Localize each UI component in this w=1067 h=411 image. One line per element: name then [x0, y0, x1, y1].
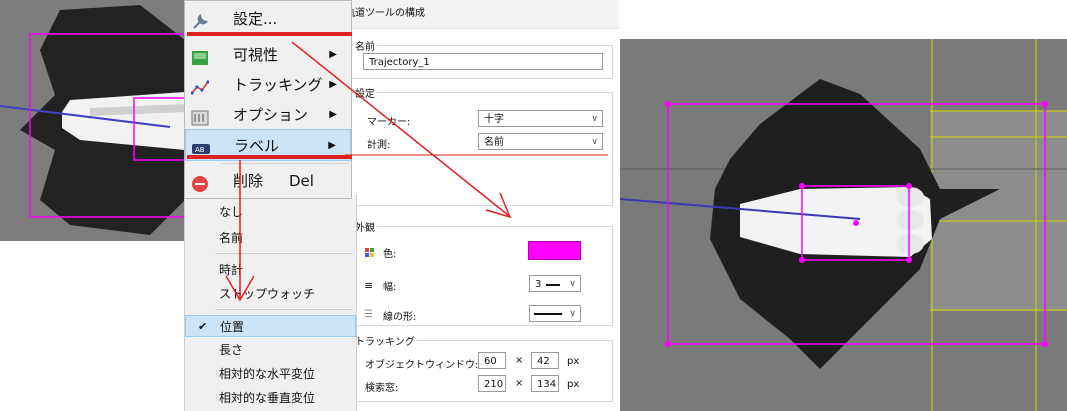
tracking-icon — [190, 76, 210, 95]
submenu-item-horizontal-displacement[interactable]: 相対的な水平変位 — [185, 363, 356, 385]
label-icon: AB — [192, 137, 210, 155]
linestyle-icon: ☰ — [364, 309, 373, 320]
search-height-input[interactable]: 134 — [531, 375, 559, 392]
linestyle-label: 線の形: — [383, 312, 417, 323]
chevron-down-icon: ∨ — [591, 114, 598, 124]
measure-label: 計測: — [367, 140, 391, 151]
dialog-title: 軌道ツールの構成 — [345, 8, 425, 19]
chevron-down-icon: ∨ — [591, 137, 598, 147]
context-menu: 設定... 可視性 ▶ トラッキング ▶ オプション ▶ AB ラベル ▶ 削除… — [184, 0, 352, 199]
linestyle-select[interactable]: ∨ — [529, 305, 581, 322]
color-label: 色: — [383, 249, 397, 260]
left-video-frame[interactable] — [0, 0, 188, 241]
tracking-group-title: トラッキング — [353, 333, 417, 348]
submenu-item-none[interactable]: なし — [185, 201, 356, 223]
name-group-title: 名前 — [353, 38, 377, 53]
label-submenu: なし 名前 時計 ストップウォッチ ✔ 位置 長さ 相対的な水平変位 相対的な垂… — [184, 195, 357, 411]
width-label: 幅: — [383, 282, 397, 293]
options-icon — [191, 106, 209, 126]
color-swatch[interactable] — [528, 241, 581, 260]
wrench-icon — [191, 10, 209, 29]
linestyle-preview — [534, 313, 562, 315]
menu-item-label[interactable]: AB ラベル ▶ — [185, 129, 351, 161]
times-sign: × — [515, 355, 524, 366]
visibility-icon — [191, 46, 209, 65]
submenu-item-length[interactable]: 長さ — [185, 339, 356, 361]
chevron-down-icon: ∨ — [569, 309, 576, 319]
menu-separator — [221, 163, 349, 164]
marker-value: 十字 — [484, 114, 504, 125]
trajectory-config-dialog: 軌道ツールの構成 名前 Trajectory_1 設定 マーカー: 十字 ∨ 計… — [345, 0, 619, 411]
menu-item-tracking[interactable]: トラッキング ▶ — [185, 69, 351, 101]
menu-item-delete[interactable]: 削除 Del — [185, 165, 351, 197]
measure-select[interactable]: 名前 ∨ — [478, 133, 603, 150]
width-line-preview — [546, 284, 560, 286]
submenu-item-name[interactable]: 名前 — [185, 227, 356, 249]
submenu-item-vertical-displacement[interactable]: 相対的な垂直変位 — [185, 387, 356, 409]
menu-item-settings[interactable]: 設定... — [185, 3, 351, 35]
submenu-item-stopwatch[interactable]: ストップウォッチ — [185, 283, 356, 305]
submenu-separator — [215, 309, 353, 310]
right-video-frame[interactable] — [620, 39, 1067, 411]
svg-text:AB: AB — [195, 146, 205, 154]
delete-icon — [191, 172, 209, 192]
times-sign: × — [515, 378, 524, 389]
measure-value: 名前 — [484, 137, 504, 148]
search-window-label: 検索窓: — [365, 383, 399, 394]
submenu-item-clock[interactable]: 時計 — [185, 259, 356, 281]
menu-item-visibility[interactable]: 可視性 ▶ — [185, 39, 351, 71]
marker-select[interactable]: 十字 ∨ — [478, 110, 603, 127]
submenu-item-position[interactable]: ✔ 位置 — [185, 315, 356, 337]
name-input[interactable]: Trajectory_1 — [363, 53, 603, 70]
menu-item-options[interactable]: オプション ▶ — [185, 99, 351, 131]
width-select[interactable]: 3 ∨ — [529, 275, 581, 292]
submenu-separator — [215, 253, 353, 254]
settings-group-title: 設定 — [353, 85, 377, 100]
px-unit: px — [567, 356, 580, 367]
object-height-input[interactable]: 42 — [531, 352, 559, 369]
object-width-input[interactable]: 60 — [478, 352, 506, 369]
px-unit: px — [567, 379, 580, 390]
object-window-label: オブジェクトウィンドウ: — [365, 360, 479, 371]
dialog-title-bar: 軌道ツールの構成 — [345, 0, 619, 29]
right-video-canvas — [620, 39, 1067, 411]
checkmark-icon: ✔ — [198, 320, 208, 333]
delete-shortcut: Del — [289, 172, 314, 190]
left-video-canvas — [0, 0, 188, 241]
color-icon — [365, 246, 374, 257]
marker-label: マーカー: — [367, 117, 411, 128]
width-icon: ≡ — [364, 279, 374, 292]
width-value: 3 — [535, 279, 542, 290]
search-width-input[interactable]: 210 — [478, 375, 506, 392]
chevron-down-icon: ∨ — [569, 279, 576, 289]
